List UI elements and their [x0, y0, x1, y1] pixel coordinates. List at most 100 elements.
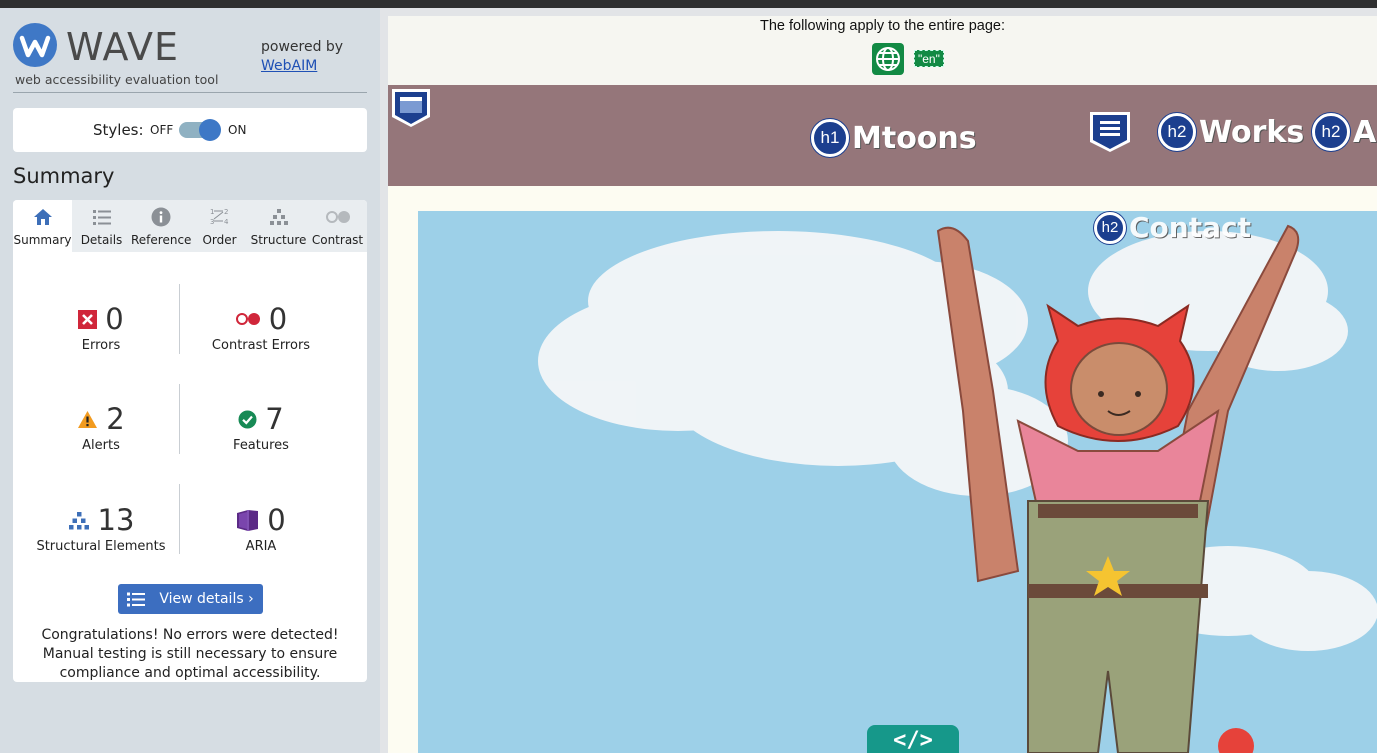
toggle-knob[interactable]	[199, 119, 221, 141]
alerts-count: 2	[106, 402, 125, 436]
view-details-label: View details ›	[159, 591, 254, 607]
tab-summary[interactable]: Summary	[13, 200, 72, 252]
congratulations-message: Congratulations! No errors were detected…	[41, 627, 339, 681]
code-element-icon[interactable]: </>	[867, 725, 959, 753]
list-icon	[72, 207, 131, 227]
wave-sidebar: WAVE web accessibility evaluation tool p…	[0, 8, 380, 753]
nav-about[interactable]: Al	[1353, 115, 1377, 150]
structural-count: 13	[97, 503, 135, 537]
h2-contact: h2 Contact	[1094, 211, 1251, 244]
svg-text:1: 1	[210, 208, 214, 216]
home-icon	[13, 207, 72, 227]
face	[1070, 342, 1168, 436]
aria-count: 0	[267, 503, 286, 537]
order-icon: 1 2 3 4	[190, 207, 249, 227]
wave-tagline: web accessibility evaluation tool	[15, 72, 219, 87]
stat-alerts[interactable]: 2 Alerts	[21, 402, 181, 453]
left-eye	[1098, 391, 1104, 397]
features-count: 7	[265, 402, 284, 436]
tab-details[interactable]: Details	[72, 200, 131, 252]
tab-label: Structure	[250, 233, 307, 247]
divider	[179, 384, 180, 454]
styles-on-label: ON	[228, 123, 247, 137]
nav-contact[interactable]: Contact	[1129, 211, 1251, 244]
h2-badge[interactable]: h2	[1094, 211, 1126, 244]
apply-text: The following apply to the entire page:	[759, 18, 1006, 34]
right-eye	[1135, 391, 1141, 397]
overalls	[1027, 500, 1210, 753]
features-label: Features	[233, 438, 289, 453]
wave-logo-text: WAVE	[66, 25, 180, 69]
nav-works[interactable]: Works	[1199, 115, 1304, 150]
contrast-icon	[308, 207, 367, 227]
page-canvas: The following apply to the entire page: …	[380, 8, 1377, 753]
webaim-link[interactable]: WebAIM	[261, 57, 343, 76]
errors-count: 0	[105, 302, 124, 336]
errors-label: Errors	[81, 338, 121, 353]
contrast-errors-label: Contrast Errors	[211, 338, 311, 353]
contrast-error-icon	[235, 313, 260, 325]
info-icon	[131, 207, 190, 227]
page-wide-icons-bar: The following apply to the entire page: …	[388, 16, 1377, 86]
divider	[13, 92, 367, 93]
panel-tabs: Summary Details Reference 1 2 3 4 Order Str…	[13, 200, 367, 252]
svg-text:2: 2	[224, 208, 228, 216]
contrast-errors-count: 0	[268, 302, 288, 336]
structural-label: Structural Elements	[36, 539, 166, 554]
error-icon	[78, 309, 98, 329]
tab-reference[interactable]: Reference	[131, 200, 192, 252]
site-title: Mtoons	[852, 120, 977, 156]
stat-structural[interactable]: 13 Structural Elements	[21, 503, 181, 554]
language-globe-icon[interactable]	[872, 43, 904, 75]
stat-features[interactable]: 7 Features	[181, 402, 341, 453]
powered-by-label: powered by	[261, 39, 344, 55]
tab-label: Reference	[131, 233, 192, 247]
feature-check-icon	[238, 410, 257, 428]
powered-by: powered by WebAIM	[261, 38, 343, 76]
site-header: h1 Mtoons h2 Works h2 Al	[388, 85, 1377, 186]
tab-label: Contrast	[311, 233, 364, 247]
stat-contrast-errors[interactable]: 0 Contrast Errors	[181, 302, 341, 353]
styles-off-label: OFF	[150, 123, 174, 137]
svg-text:4: 4	[224, 218, 229, 226]
hero-illustration	[538, 224, 1377, 753]
evaluated-page: The following apply to the entire page: …	[388, 16, 1377, 753]
h2-works: h2 Works	[1158, 113, 1304, 151]
header-landmark-icon[interactable]	[390, 87, 432, 129]
list-icon	[127, 592, 146, 606]
tab-order[interactable]: 1 2 3 4 Order	[190, 200, 249, 252]
structure-icon	[249, 207, 308, 227]
divider	[179, 284, 180, 354]
tab-contrast[interactable]: Contrast	[308, 200, 367, 252]
styles-toggle-box: Styles: OFF ON	[13, 108, 367, 152]
tab-structure[interactable]: Structure	[249, 200, 308, 252]
alert-icon	[78, 410, 98, 428]
h1-mtoons: h1 Mtoons	[811, 119, 977, 157]
h2-badge[interactable]: h2	[1158, 113, 1196, 151]
alerts-label: Alerts	[82, 438, 120, 453]
navigation-landmark-icon[interactable]	[1088, 110, 1132, 154]
structure-icon	[68, 511, 89, 529]
hero-image: h2 Contact </>	[418, 211, 1377, 753]
stat-errors[interactable]: 0 Errors	[21, 302, 181, 353]
summary-panel: Summary Details Reference 1 2 3 4 Order Str…	[13, 200, 367, 682]
h1-badge[interactable]: h1	[811, 119, 849, 157]
stat-aria[interactable]: 0 ARIA	[181, 503, 341, 554]
svg-text:3: 3	[210, 218, 214, 226]
tab-label: Summary	[13, 233, 72, 247]
aria-label: ARIA	[245, 539, 277, 554]
h2-badge[interactable]: h2	[1312, 113, 1350, 151]
tab-label: Details	[80, 233, 123, 247]
browser-top-strip	[0, 0, 1377, 8]
wave-logo-icon	[13, 23, 57, 67]
divider	[179, 484, 180, 554]
styles-label: Styles:	[93, 121, 144, 139]
aria-icon	[237, 509, 259, 531]
summary-heading: Summary	[13, 164, 115, 188]
tab-label: Order	[202, 233, 237, 247]
view-details-button[interactable]: View details ›	[118, 584, 263, 614]
language-code-badge[interactable]: "en"	[914, 50, 944, 67]
small-figure	[1218, 728, 1254, 753]
h2-about: h2 Al	[1312, 113, 1377, 151]
styles-toggle[interactable]	[179, 119, 221, 141]
